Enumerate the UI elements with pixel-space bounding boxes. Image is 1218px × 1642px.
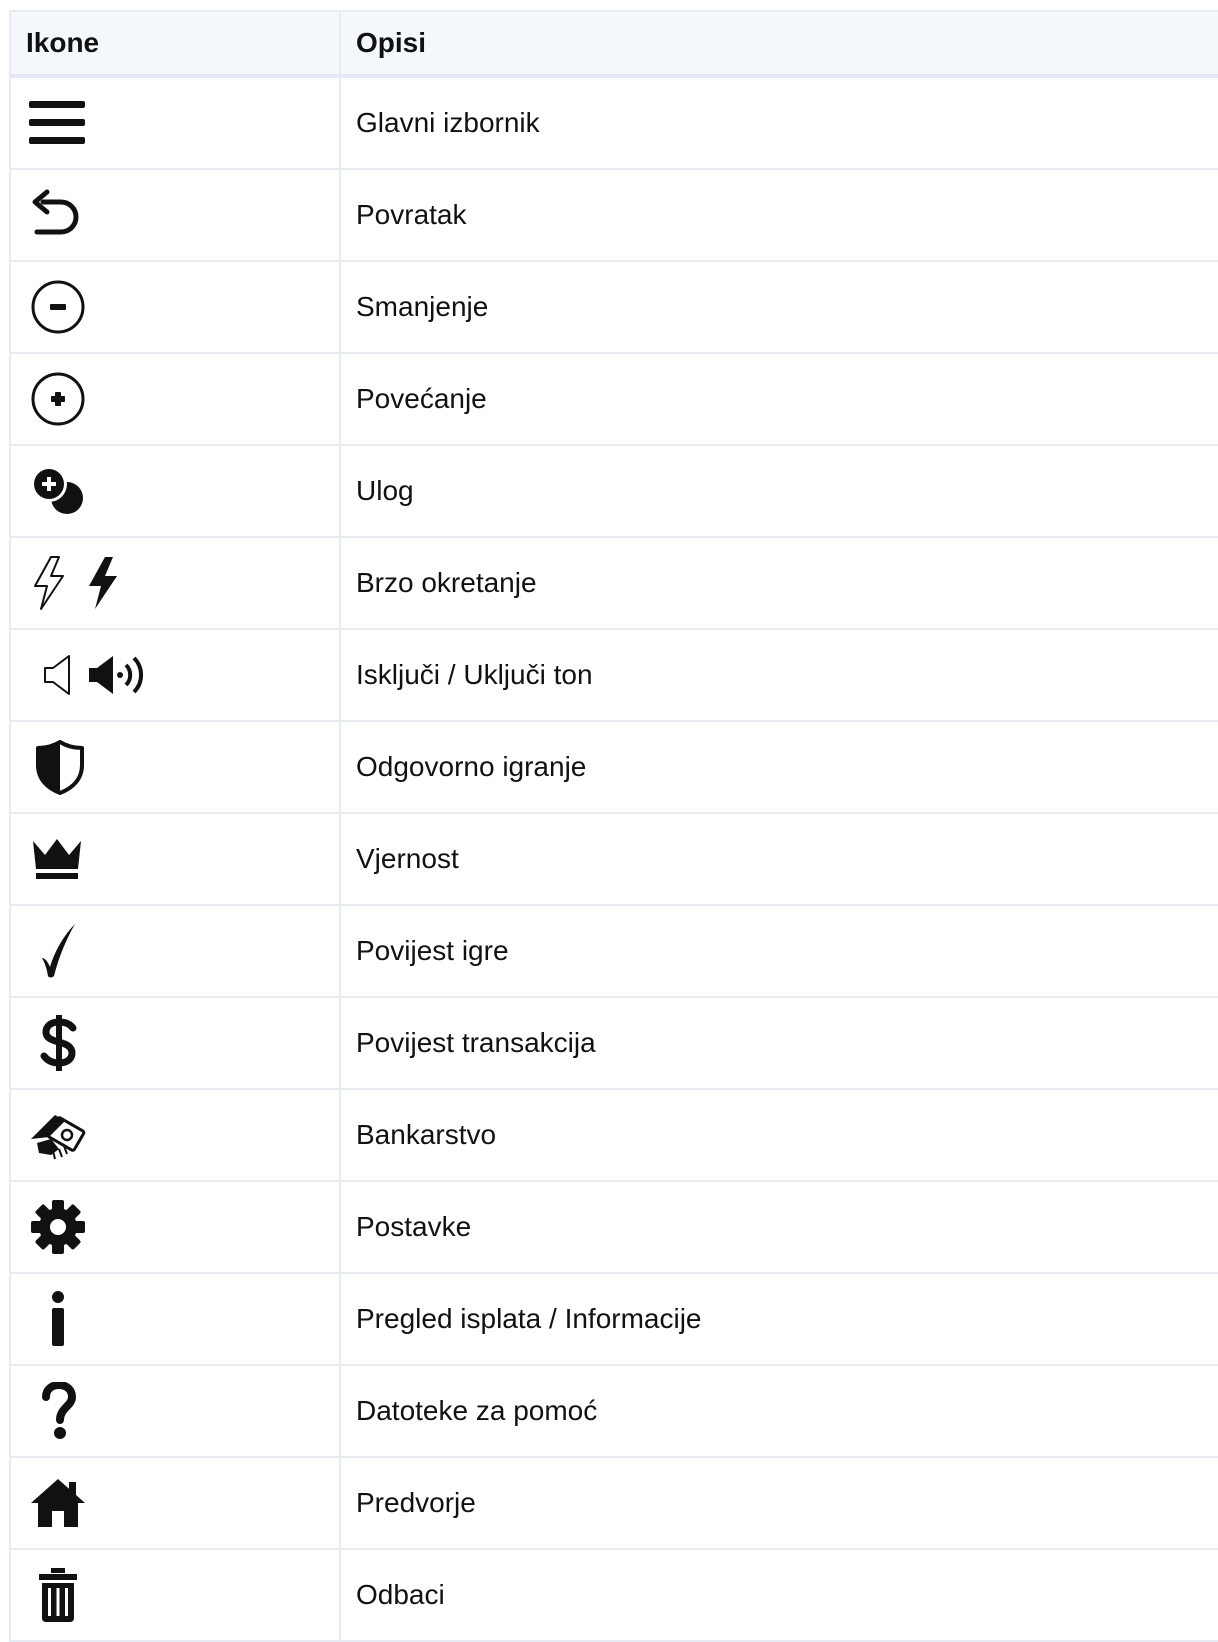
table-row: Povratak <box>11 170 1218 262</box>
info-icon <box>49 1290 67 1348</box>
table-row: Povećanje <box>11 354 1218 446</box>
row-label: Povijest igre <box>356 935 509 966</box>
checkmark-icon <box>39 922 79 980</box>
table-row: Bankarstvo <box>11 1090 1218 1182</box>
row-label: Povijest transakcija <box>356 1027 596 1058</box>
shield-icon <box>35 739 85 795</box>
row-label: Odbaci <box>356 1579 445 1610</box>
undo-arrow-icon <box>29 188 85 242</box>
table-row: Predvorje <box>11 1458 1218 1550</box>
row-label: Glavni izbornik <box>356 107 540 138</box>
banking-hand-icon <box>29 1109 87 1161</box>
header-descriptions: Opisi <box>356 27 427 58</box>
row-label: Odgovorno igranje <box>356 751 587 782</box>
row-label: Smanjenje <box>356 291 489 322</box>
minus-circle-icon <box>29 278 87 336</box>
table-row: Glavni izbornik <box>11 78 1218 170</box>
coins-plus-icon <box>29 464 87 518</box>
header-icons: Ikone <box>11 12 341 74</box>
lightning-icon <box>29 554 123 612</box>
row-label: Povratak <box>356 199 467 230</box>
table-row: Pregled isplata / Informacije <box>11 1274 1218 1366</box>
table-row: Datoteke za pomoć <box>11 1366 1218 1458</box>
table-header-row: Ikone Opisi <box>11 12 1218 78</box>
table-row: Odbaci <box>11 1550 1218 1642</box>
table-row: Isključi / Uključi ton <box>11 630 1218 722</box>
gear-icon <box>29 1198 87 1256</box>
row-label: Brzo okretanje <box>356 567 537 598</box>
icon-legend-table: Ikone Opisi Glavni izbornik Povratak Sma… <box>9 10 1218 1642</box>
table-row: Vjernost <box>11 814 1218 906</box>
dollar-icon <box>37 1013 81 1073</box>
plus-circle-icon <box>29 370 87 428</box>
trash-icon <box>37 1566 79 1624</box>
row-label: Bankarstvo <box>356 1119 497 1150</box>
question-icon <box>41 1382 77 1440</box>
table-row: Postavke <box>11 1182 1218 1274</box>
crown-icon <box>29 835 85 883</box>
row-label: Vjernost <box>356 843 459 874</box>
table-row: Odgovorno igranje <box>11 722 1218 814</box>
table-row: Brzo okretanje <box>11 538 1218 630</box>
home-icon <box>29 1477 87 1529</box>
hamburger-menu-icon <box>29 98 85 148</box>
table-row: Smanjenje <box>11 262 1218 354</box>
row-label: Ulog <box>356 475 414 506</box>
row-label: Pregled isplata / Informacije <box>356 1303 702 1334</box>
row-label: Postavke <box>356 1211 472 1242</box>
row-label: Predvorje <box>356 1487 476 1518</box>
table-row: Povijest transakcija <box>11 998 1218 1090</box>
row-label: Datoteke za pomoć <box>356 1395 598 1426</box>
row-label: Isključi / Uključi ton <box>356 659 593 690</box>
row-label: Povećanje <box>356 383 487 414</box>
table-row: Povijest igre <box>11 906 1218 998</box>
speaker-icon <box>43 653 145 697</box>
table-row: Ulog <box>11 446 1218 538</box>
